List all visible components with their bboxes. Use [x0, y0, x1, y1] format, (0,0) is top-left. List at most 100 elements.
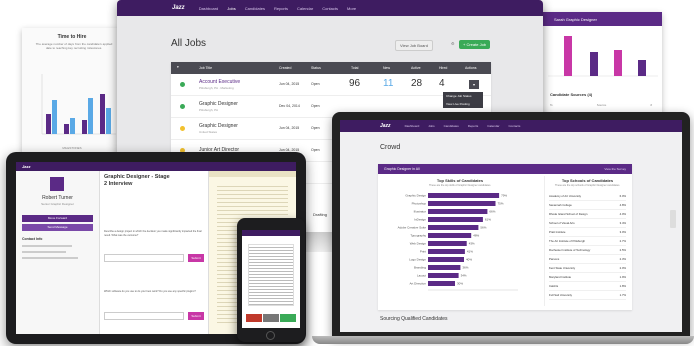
skill-bar[interactable] — [428, 201, 496, 206]
schools-list: Academy of Art University 6.0% Savannah Co… — [549, 192, 626, 300]
col-total[interactable]: Total — [351, 66, 358, 70]
col-job-title[interactable]: Job Title — [199, 66, 212, 70]
school-row[interactable]: The Art Institute of Pittsburgh 2.7% — [549, 237, 626, 246]
sourcing-title: Sourcing Qualified Candidates — [380, 316, 448, 322]
feedback-tab[interactable] — [670, 210, 676, 228]
skill-label: Graphic Design — [405, 194, 426, 198]
job-title-link[interactable]: Graphic Designer — [199, 123, 238, 129]
school-name: Parsons — [549, 257, 560, 261]
skill-bar[interactable] — [428, 265, 461, 270]
skill-bar[interactable] — [428, 273, 459, 278]
school-percent: 2.0% — [619, 266, 626, 270]
school-row[interactable]: CalArts 1.8% — [549, 282, 626, 291]
candidate-sources-header: Sarah Graphic Designer — [540, 12, 662, 26]
school-name: Academy of Art University — [549, 194, 582, 198]
phone-action-reject[interactable] — [246, 314, 262, 322]
school-row[interactable]: Academy of Art University 6.0% — [549, 192, 626, 201]
school-row[interactable]: Full Sail University 1.7% — [549, 291, 626, 300]
phone-home-button[interactable] — [266, 331, 275, 340]
school-percent: 2.7% — [619, 239, 626, 243]
submit-1-button[interactable]: Submit — [188, 254, 204, 262]
school-name: Rochester Institute of Technology — [549, 248, 591, 252]
col-actions[interactable]: Actions — [465, 66, 476, 70]
skill-value-label: 36% — [462, 266, 468, 270]
laptop-screen: Jazz Dashboard Jobs Candidates Reports C… — [340, 120, 682, 332]
col-active[interactable]: Active — [411, 66, 421, 70]
school-row[interactable]: Rochester Institute of Technology 2.5% — [549, 246, 626, 255]
skill-bar[interactable] — [428, 209, 488, 214]
laptop-nav-calendar[interactable]: Calendar — [487, 124, 499, 128]
monitor-nav-calendar[interactable]: Calendar — [297, 6, 313, 11]
job-actions-button[interactable]: ▾ — [469, 80, 479, 89]
school-row[interactable]: Parsons 2.3% — [549, 255, 626, 264]
laptop-nav-jobs[interactable]: Jobs — [428, 124, 434, 128]
laptop-nav-candidates[interactable]: Candidates — [444, 124, 459, 128]
tablet-logo[interactable]: Jazz — [22, 164, 30, 169]
skill-bar[interactable] — [428, 249, 465, 254]
school-row[interactable]: School of Visual Arts 3.4% — [549, 219, 626, 228]
monitor-nav-reports[interactable]: Reports — [274, 6, 288, 11]
create-job-button[interactable]: + Create Job — [459, 40, 491, 49]
skill-bar[interactable] — [428, 225, 479, 230]
menu-change-status[interactable]: Change Job Status — [443, 92, 483, 100]
laptop-nav-contacts[interactable]: Contacts — [508, 124, 520, 128]
collapse-icon[interactable]: ▾ — [177, 65, 179, 69]
question-1: Describe a design project in which the d… — [104, 230, 202, 237]
job-status: Open — [311, 82, 320, 86]
job-active[interactable]: 28 — [411, 78, 422, 89]
tth-bar — [88, 98, 93, 134]
school-row[interactable]: Kent State University 2.0% — [549, 264, 626, 273]
monitor-nav-contacts[interactable]: Contacts — [322, 6, 338, 11]
monitor-nav-candidates[interactable]: Candidates — [245, 6, 265, 11]
view-survey-link[interactable]: View the Survey — [604, 167, 626, 171]
schools-subtitle: These are the top schools of Graphic Des… — [554, 184, 621, 187]
answer-1-input[interactable] — [104, 254, 184, 262]
skill-bar[interactable] — [428, 193, 500, 198]
job-title-link[interactable]: Graphic Designer — [199, 101, 238, 107]
phone-action-neutral[interactable] — [263, 314, 279, 322]
laptop-page-title: Crowd — [380, 144, 401, 151]
laptop-nav-reports[interactable]: Reports — [468, 124, 479, 128]
col-new[interactable]: New — [383, 66, 390, 70]
schools-title: Top Schools of Candidates — [561, 178, 614, 183]
question-2: Which software do you use to do your bes… — [104, 290, 196, 293]
laptop-topbar: Jazz Dashboard Jobs Candidates Reports C… — [340, 120, 682, 132]
school-row[interactable]: Pratt Institute 3.0% — [549, 228, 626, 237]
sources-bar — [638, 60, 646, 76]
school-name: School of Visual Arts — [549, 221, 575, 225]
interview-doc: Graphic Designer - Stage 2 Interview Des… — [104, 174, 204, 334]
job-new[interactable]: 11 — [383, 78, 393, 89]
skill-bar[interactable] — [428, 241, 467, 246]
monitor-topbar: Jazz Dashboard Jobs Candidates Reports C… — [117, 0, 543, 16]
answer-2-input[interactable] — [104, 312, 184, 320]
filter-icon[interactable]: ⚙ — [451, 41, 455, 46]
job-total[interactable]: 96 — [349, 78, 360, 89]
skill-bar[interactable] — [428, 233, 472, 238]
monitor-nav-dashboard[interactable]: Dashboard — [199, 6, 219, 11]
send-message-button[interactable]: Send Message — [22, 224, 93, 231]
school-row[interactable]: Maryland Institute 1.9% — [549, 273, 626, 282]
skill-value-label: 61% — [485, 218, 491, 222]
school-name: Pratt Institute — [549, 230, 566, 234]
skill-bar[interactable] — [428, 217, 483, 222]
col-hired[interactable]: Hired — [439, 66, 447, 70]
phone-action-accept[interactable] — [280, 314, 296, 322]
menu-view-posting[interactable]: View Live Posting — [443, 100, 483, 108]
monitor-nav-jobs[interactable]: Jobs — [227, 6, 235, 11]
school-row[interactable]: Savannah College 4.8% — [549, 201, 626, 210]
skill-bar[interactable] — [428, 257, 464, 262]
col-created[interactable]: Created — [279, 66, 291, 70]
laptop-nav-dashboard[interactable]: Dashboard — [405, 124, 420, 128]
monitor-logo[interactable]: Jazz — [172, 5, 185, 11]
monitor-nav-more[interactable]: More — [347, 6, 356, 11]
school-row[interactable]: Rhode Island School of Design 4.0% — [549, 210, 626, 219]
laptop-logo[interactable]: Jazz — [380, 123, 391, 129]
move-forward-button[interactable]: Move Forward — [22, 215, 93, 222]
job-hired[interactable]: 4 — [439, 78, 445, 89]
submit-2-button[interactable]: Submit — [188, 312, 204, 320]
skill-bar[interactable] — [428, 281, 455, 286]
tth-bar — [70, 118, 75, 134]
job-title-link[interactable]: Account Executive — [199, 79, 240, 85]
col-status[interactable]: Status — [311, 66, 321, 70]
view-job-board-button[interactable]: View Job Board — [395, 40, 433, 51]
